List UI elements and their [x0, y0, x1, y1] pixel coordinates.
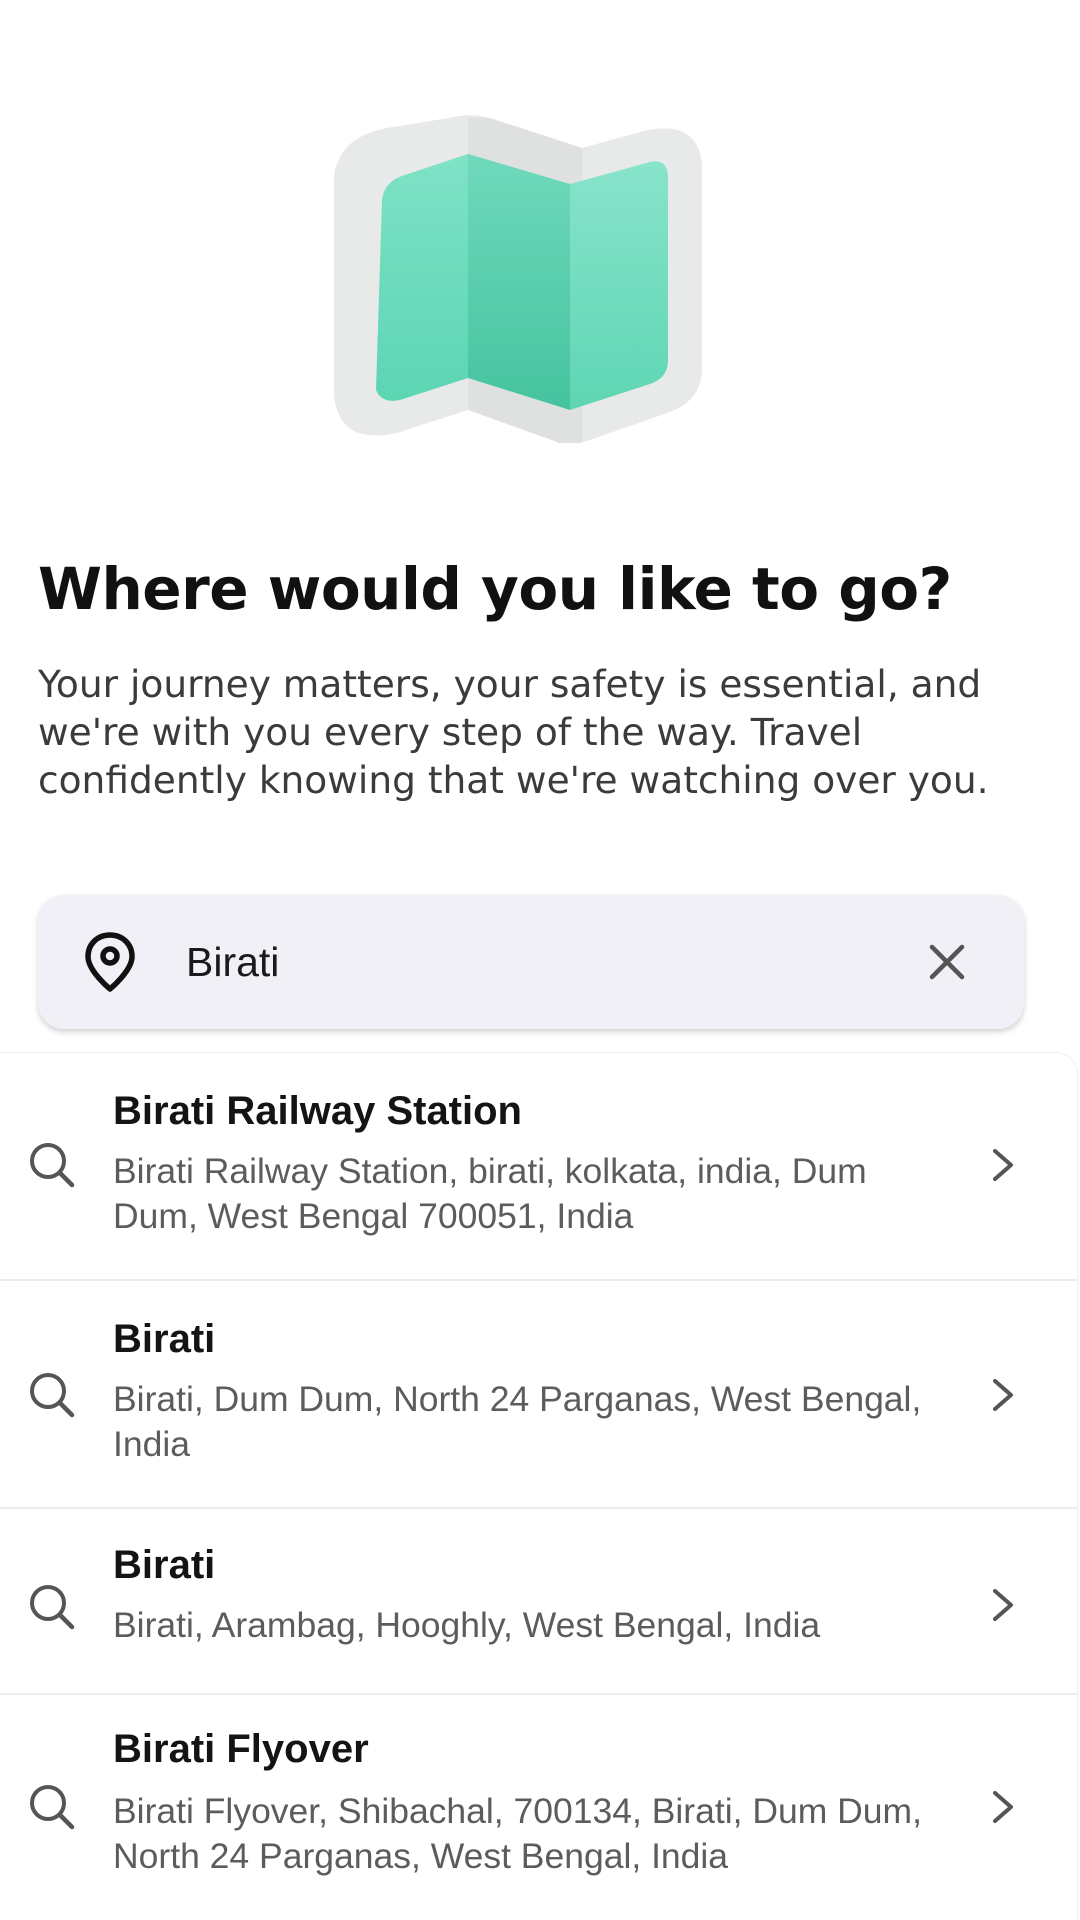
hero-illustration	[0, 110, 1080, 490]
result-address: Birati, Arambag, Hooghly, West Bengal, I…	[113, 1605, 821, 1645]
destination-search-screen: Where would you like to go? Your journey…	[0, 0, 1080, 1920]
result-name: Birati Flyover	[113, 1727, 369, 1771]
search-icon	[30, 1373, 75, 1418]
result-address: Birati Railway Station, birati, kolkata,…	[113, 1151, 867, 1236]
list-item[interactable]: Birati Birati, Arambag, Hooghly, West Be…	[0, 1509, 1077, 1695]
chevron-right-icon	[993, 1379, 1013, 1411]
destination-search-field[interactable]: Birati	[38, 895, 1024, 1029]
search-results-list: Birati Railway Station Birati Railway St…	[0, 1052, 1078, 1920]
folded-map-icon	[334, 115, 702, 443]
result-address: Birati, Dum Dum, North 24 Parganas, West…	[113, 1379, 922, 1464]
search-icon	[30, 1585, 75, 1630]
result-address: Birati Flyover, Shibachal, 700134, Birat…	[113, 1791, 922, 1876]
location-pin-icon	[85, 932, 135, 992]
chevron-right-icon	[993, 1589, 1013, 1621]
page-subtitle: Your journey matters, your safety is ess…	[38, 662, 989, 802]
list-item[interactable]: Birati Birati, Dum Dum, North 24 Pargana…	[0, 1281, 1077, 1509]
list-item[interactable]: Birati Flyover Birati Flyover, Shibachal…	[0, 1695, 1077, 1920]
result-name: Birati	[113, 1317, 216, 1361]
search-icon	[30, 1785, 75, 1830]
list-item[interactable]: Birati Railway Station Birati Railway St…	[0, 1053, 1077, 1281]
search-input[interactable]: Birati	[186, 929, 279, 995]
page-title: Where would you like to go?	[38, 555, 952, 623]
chevron-right-icon	[993, 1149, 1013, 1181]
chevron-right-icon	[993, 1791, 1013, 1823]
result-name: Birati	[113, 1543, 216, 1587]
close-icon[interactable]	[924, 939, 970, 985]
result-name: Birati Railway Station	[113, 1089, 522, 1133]
search-icon	[30, 1143, 75, 1188]
